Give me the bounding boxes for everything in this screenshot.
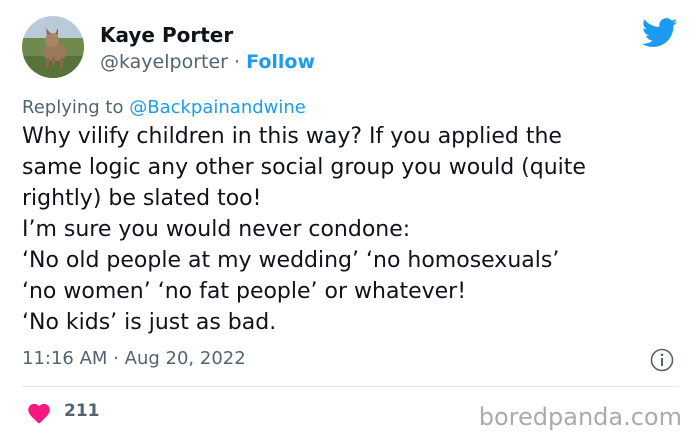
tweet-line: I’m sure you would never condone: <box>22 217 411 242</box>
tweet-line: ‘No kids’ is just as bad. <box>22 310 277 335</box>
tweet-line: ‘no women’ ‘no fat people’ or whatever! <box>22 279 467 304</box>
tweet-time: 11:16 AM <box>22 348 108 369</box>
reply-context: Replying to @Backpainandwine <box>22 97 306 118</box>
tweet-card: Kaye Porter @kayelporter · Follow Replyi… <box>0 0 700 441</box>
tweet-date: Aug 20, 2022 <box>124 348 246 369</box>
like-count: 211 <box>64 401 100 421</box>
heart-icon[interactable] <box>26 401 52 424</box>
tweet-timestamp[interactable]: 11:16 AM · Aug 20, 2022 <box>22 348 246 369</box>
watermark: boredpanda.com <box>478 403 682 431</box>
tweet-line: same logic any other social group you wo… <box>22 155 586 180</box>
reply-prefix: Replying to <box>22 97 124 118</box>
author-name[interactable]: Kaye Porter <box>100 23 233 47</box>
divider <box>22 386 678 387</box>
twitter-bird-icon[interactable] <box>642 18 678 48</box>
info-icon[interactable] <box>650 348 674 372</box>
author-handle[interactable]: @kayelporter <box>100 51 228 73</box>
tweet-line: rightly) be slated too! <box>22 186 262 211</box>
follow-button[interactable]: Follow <box>246 51 315 73</box>
avatar[interactable] <box>22 16 84 78</box>
timestamp-separator: · <box>113 348 119 369</box>
reply-to-handle[interactable]: @Backpainandwine <box>129 97 306 118</box>
author-handle-line: @kayelporter · Follow <box>100 51 315 73</box>
handle-separator: · <box>234 51 241 73</box>
tweet-text: Why vilify children in this way? If you … <box>22 121 692 338</box>
tweet-line: ‘No old people at my wedding’ ‘no homose… <box>22 248 560 273</box>
tweet-line: Why vilify children in this way? If you … <box>22 124 562 149</box>
